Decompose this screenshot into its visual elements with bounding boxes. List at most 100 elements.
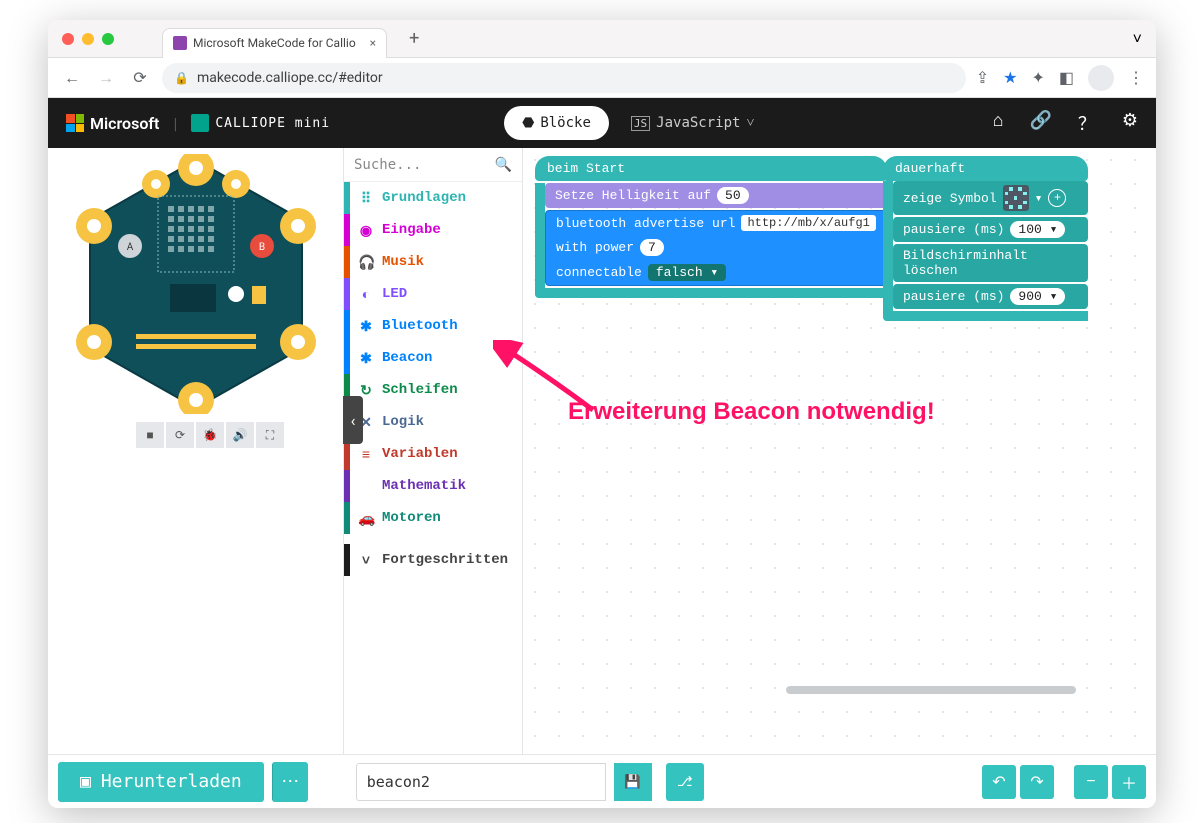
nav-fwd-icon[interactable]: → [94, 66, 118, 90]
zoom-in-button[interactable]: ＋ [1112, 765, 1146, 799]
js-label: JavaScript [656, 115, 740, 131]
url-bar[interactable]: 🔒 makecode.calliope.cc/#editor [162, 63, 966, 93]
download-button[interactable]: ▣ Herunterladen [58, 762, 264, 802]
category-mathematik[interactable]: Mathematik [344, 470, 522, 502]
new-tab-button[interactable]: + [409, 28, 419, 49]
category-icon: ✱ [358, 318, 374, 335]
bt-url-input[interactable]: http://mb/x/aufg1 [741, 215, 875, 231]
add-param-button[interactable]: + [1048, 189, 1066, 207]
category-icon: ◐ [358, 286, 374, 302]
category-label: Schleifen [382, 382, 458, 398]
zoom-out-button[interactable]: − [1074, 765, 1108, 799]
category-label: Motoren [382, 510, 441, 526]
pause-block-1[interactable]: pausiere (ms) 100 ▾ [893, 217, 1088, 242]
divider: | [173, 114, 177, 133]
profile-avatar[interactable] [1088, 65, 1114, 91]
category-schleifen[interactable]: ↻Schleifen [344, 374, 522, 406]
category-icon: 🚗 [358, 510, 374, 527]
advanced-label: Fortgeschritten [382, 552, 508, 568]
led-pattern[interactable] [1003, 185, 1029, 211]
share-icon[interactable]: ⇪ [976, 68, 989, 87]
lock-icon: 🔒 [174, 71, 189, 85]
category-advanced[interactable]: ˅ Fortgeschritten [344, 544, 522, 576]
blocks-workspace[interactable]: beim Start Setze Helligkeit auf 50 bluet… [523, 148, 1156, 754]
blocks-label: Blöcke [540, 115, 591, 131]
github-button[interactable]: ⎇ [666, 763, 704, 801]
window-close[interactable] [62, 33, 74, 45]
category-beacon[interactable]: ✱Beacon [344, 342, 522, 374]
category-icon: ◉ [358, 222, 374, 239]
pause2-value[interactable]: 900 ▾ [1010, 288, 1065, 305]
annotation-text: Erweiterung Beacon notwendig! [568, 398, 935, 426]
browser-tab[interactable]: Microsoft MakeCode for Callio × [162, 28, 387, 58]
bt-power-value[interactable]: 7 [640, 239, 664, 256]
category-label: Variablen [382, 446, 458, 462]
sim-debug-button[interactable]: 🐞 [196, 422, 224, 448]
project-name-input[interactable] [356, 763, 606, 801]
sidepanel-icon[interactable]: ◧ [1059, 68, 1074, 87]
category-variablen[interactable]: ≡ Variablen [344, 438, 522, 470]
toolbox: Suche... 🔍 ⠿Grundlagen◉Eingabe🎧Musik ◐ LED… [343, 148, 523, 754]
reload-icon[interactable]: ⟳ [128, 66, 152, 90]
simulator-panel: A B ■ ⟳ 🐞 🔊 ⛶ [48, 148, 343, 754]
collapse-simulator-handle[interactable]: ‹ [343, 396, 363, 444]
extensions-icon[interactable]: ✦ [1031, 68, 1044, 87]
window-zoom[interactable] [102, 33, 114, 45]
category-logik[interactable]: ✕Logik [344, 406, 522, 438]
category-icon: ≡ [358, 446, 374, 462]
clear-screen-block[interactable]: Bildschirminhalt löschen [893, 244, 1088, 282]
download-options-button[interactable]: ⋯ [272, 762, 308, 802]
brightness-value[interactable]: 50 [717, 187, 749, 204]
category-grundlagen[interactable]: ⠿Grundlagen [344, 182, 522, 214]
sim-audio-button[interactable]: 🔊 [226, 422, 254, 448]
tab-title: Microsoft MakeCode for Callio [193, 36, 356, 50]
dropdown-icon[interactable]: ▾ [1035, 191, 1043, 206]
category-motoren[interactable]: 🚗 Motoren [344, 502, 522, 534]
puzzle-icon: ⬣ [522, 115, 534, 131]
category-eingabe[interactable]: ◉Eingabe [344, 214, 522, 246]
forever-block[interactable]: dauerhaft zeige Symbol ▾ + [883, 156, 1088, 321]
on-start-hat: beim Start [535, 156, 887, 181]
js-mode-button[interactable]: JS JavaScript ˅ [613, 106, 772, 140]
category-musik[interactable]: 🎧Musik [344, 246, 522, 278]
app-footer: ▣ Herunterladen ⋯ 💾 ⎇ ↶ ↷ − ＋ [48, 754, 1156, 808]
tab-close-icon[interactable]: × [370, 36, 376, 50]
svg-text:A: A [126, 242, 133, 253]
bluetooth-advertise-block[interactable]: bluetooth advertise url http://mb/x/aufg… [545, 210, 887, 286]
tabs-dropdown-icon[interactable]: ˅ [1133, 29, 1142, 49]
sim-restart-button[interactable]: ⟳ [166, 422, 194, 448]
help-icon[interactable]: ？ [1078, 110, 1096, 136]
pause-block-2[interactable]: pausiere (ms) 900 ▾ [893, 284, 1088, 309]
redo-button[interactable]: ↷ [1020, 765, 1054, 799]
blocks-mode-button[interactable]: ⬣ Blöcke [504, 106, 609, 140]
share-project-icon[interactable]: 🔗 [1029, 110, 1051, 136]
mac-titlebar: Microsoft MakeCode for Callio × + ˅ [48, 20, 1156, 58]
category-label: Musik [382, 254, 424, 270]
nav-back-icon[interactable]: ← [60, 66, 84, 90]
bt-connectable-dropdown[interactable]: falsch ▾ [648, 264, 726, 281]
calliope-logo[interactable]: CALLIOPE mini [191, 114, 330, 132]
pause1-value[interactable]: 100 ▾ [1010, 221, 1065, 238]
bookmark-star-icon[interactable]: ★ [1003, 68, 1017, 87]
microsoft-logo[interactable]: Microsoft [66, 114, 159, 133]
undo-button[interactable]: ↶ [982, 765, 1016, 799]
on-start-block[interactable]: beim Start Setze Helligkeit auf 50 bluet… [535, 156, 887, 298]
kebab-menu-icon[interactable]: ⋮ [1128, 68, 1144, 87]
sim-stop-button[interactable]: ■ [136, 422, 164, 448]
sim-fullscreen-button[interactable]: ⛶ [256, 422, 284, 448]
save-button[interactable]: 💾 [614, 763, 652, 801]
category-led[interactable]: ◐ LED [344, 278, 522, 310]
horizontal-scrollbar[interactable] [786, 686, 1076, 694]
set-brightness-block[interactable]: Setze Helligkeit auf 50 [545, 183, 887, 208]
tab-favicon [173, 36, 187, 50]
app-body: A B ■ ⟳ 🐞 🔊 ⛶ [48, 148, 1156, 754]
show-icon-block[interactable]: zeige Symbol ▾ + [893, 181, 1088, 215]
category-icon: ✱ [358, 350, 374, 367]
settings-gear-icon[interactable]: ⚙ [1122, 110, 1138, 136]
category-label: LED [382, 286, 407, 302]
calliope-board[interactable]: A B [66, 154, 326, 414]
category-bluetooth[interactable]: ✱Bluetooth [344, 310, 522, 342]
window-minimize[interactable] [82, 33, 94, 45]
toolbox-search[interactable]: Suche... 🔍 [344, 148, 522, 182]
home-icon[interactable]: ⌂ [993, 110, 1004, 136]
